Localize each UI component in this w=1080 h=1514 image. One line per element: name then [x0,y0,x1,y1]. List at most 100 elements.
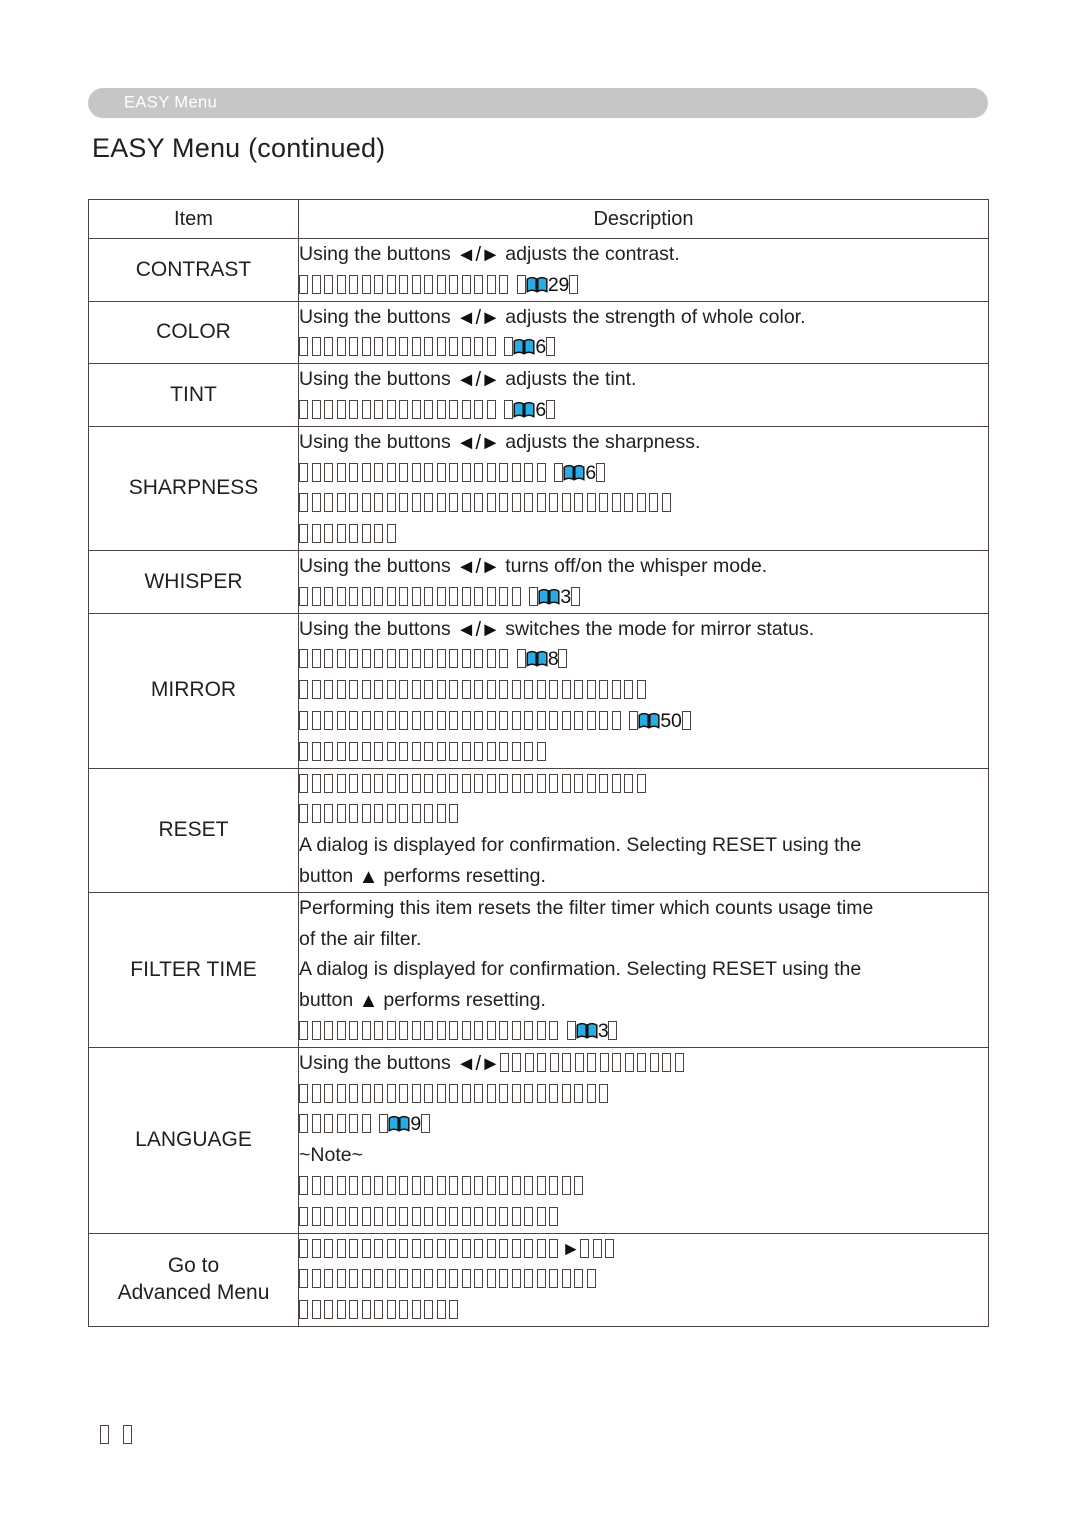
missing-glyph-box [549,1269,558,1289]
missing-glyph-box [374,493,383,513]
missing-glyph-box [349,804,358,824]
page-reference-number: 8 [547,648,559,671]
missing-glyph-box [524,1206,533,1226]
missing-glyph-box [511,1206,521,1226]
missing-glyph-box [561,710,571,730]
missing-glyph-box [299,399,308,419]
missing-glyph-box [436,337,446,357]
missing-glyph-box [612,1052,622,1072]
missing-glyph-box [561,1175,571,1195]
description-line: 9 [299,1109,988,1140]
missing-glyph-box [411,1269,421,1289]
missing-glyph-box [511,773,521,793]
missing-glyph-box [386,741,396,761]
page-reference: 6 [504,395,555,426]
missing-glyph-box [561,773,571,793]
missing-glyph-box [336,1238,346,1258]
missing-glyph-box [474,1206,483,1226]
missing-glyph-box [586,1083,596,1103]
missing-glyph-box [361,680,371,700]
missing-glyph-box [461,680,471,700]
menu-item-description: ► [298,1232,989,1327]
missing-glyph-box [486,399,496,419]
missing-glyph-box [449,1269,458,1289]
missing-glyph-box [424,741,433,761]
missing-glyph-box [474,1238,483,1258]
missing-glyph-box [499,1083,508,1103]
missing-glyph-box [499,1238,508,1258]
missing-glyph-box [311,1083,321,1103]
page-reference: 6 [554,458,605,489]
page-reference: 50 [629,706,691,737]
menu-item-name: COLOR [88,300,299,365]
table-row: RESET A dialog is displayed for confirmat… [88,767,989,893]
missing-glyph-box [399,804,408,824]
description-line: Using the buttons ◄/► adjusts the sharpn… [299,430,701,454]
book-page-reference-icon [638,712,660,729]
missing-glyph-box [511,493,521,513]
missing-glyph-box [499,462,508,482]
menu-item-description: Using the buttons ◄/► adjusts the streng… [298,300,989,365]
missing-glyph-box [361,710,371,730]
missing-glyph-box [411,462,421,482]
missing-glyph-box [386,1083,396,1103]
menu-item-name: CONTRAST [88,238,299,302]
missing-glyph-box [386,524,396,544]
missing-glyph-box [461,649,471,669]
missing-glyph-box [461,1175,471,1195]
table-row: SHARPNESS Using the buttons ◄/► adjusts t… [88,425,989,551]
running-header-banner: EASY Menu [88,88,988,118]
missing-glyph-box [299,1083,308,1103]
triangle-up-icon: ▲ [358,990,379,1013]
missing-glyph-box [449,1238,458,1258]
missing-glyph-box [499,710,508,730]
missing-glyph-box [499,1020,508,1040]
missing-glyph-box [324,1300,333,1320]
description-line [299,1171,988,1202]
missing-glyph-box [349,399,358,419]
missing-glyph-box [436,399,446,419]
missing-glyph-box [311,804,321,824]
book-page-reference-icon [538,588,560,605]
missing-glyph-box [324,399,333,419]
missing-glyph-box [461,462,471,482]
missing-glyph-box [599,493,608,513]
missing-glyph-box [299,493,308,513]
missing-glyph-box [324,773,333,793]
missing-glyph-box [349,1083,358,1103]
table-row: WHISPER Using the buttons ◄/► turns off/o… [88,549,989,614]
missing-glyph-box [436,1206,446,1226]
missing-glyph-box [570,586,580,606]
missing-glyph-box [349,1269,358,1289]
missing-glyph-box [424,1175,433,1195]
missing-glyph-box [611,773,621,793]
missing-glyph-box [524,710,533,730]
missing-glyph-box [436,1300,446,1320]
missing-glyph-box [599,773,608,793]
missing-glyph-box [436,462,446,482]
missing-glyph-box [511,1269,521,1289]
missing-glyph-box [436,493,446,513]
missing-glyph-box [311,1300,321,1320]
missing-glyph-box [511,462,521,482]
page-reference-number: 6 [535,336,546,359]
description-line: ► [299,1234,988,1265]
missing-glyph-box [374,1238,383,1258]
missing-glyph-box [486,274,496,294]
missing-glyph-box [611,680,621,700]
missing-glyph-box [499,1175,508,1195]
missing-glyph-box [436,680,446,700]
missing-glyph-box [511,1083,521,1103]
missing-glyph-box [461,1020,471,1040]
missing-glyph-box [324,274,333,294]
missing-glyph-box [561,493,571,513]
missing-glyph-box [461,1238,471,1258]
book-page-reference-icon [576,1022,598,1039]
book-page-reference-icon [513,339,535,356]
missing-glyph-box [424,649,433,669]
missing-glyph-box [595,462,605,482]
missing-glyph-box [605,1238,615,1258]
missing-glyph-box [449,1300,458,1320]
missing-glyph-box [511,680,521,700]
missing-glyph-box [336,1114,346,1134]
